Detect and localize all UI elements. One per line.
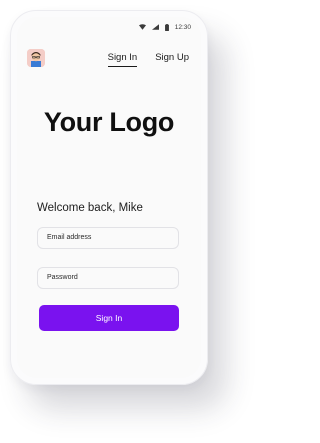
welcome-message: Welcome back, Mike (37, 202, 143, 214)
auth-tabs: Sign In Sign Up (107, 52, 189, 67)
email-field-label: Email address (47, 234, 92, 241)
tab-sign-in[interactable]: Sign In (107, 52, 137, 67)
stage: 12:30 Sign In Sign Up Your Logo Welcome … (0, 0, 250, 443)
password-field[interactable]: Password (37, 267, 179, 289)
email-field[interactable]: Email address (37, 227, 179, 249)
wifi-icon (138, 24, 146, 30)
signal-icon (151, 24, 159, 30)
app-logo: Your Logo (43, 107, 175, 137)
password-field-label: Password (47, 274, 78, 281)
sign-in-button-label: Sign In (95, 313, 123, 323)
tab-sign-up[interactable]: Sign Up (155, 52, 189, 65)
user-avatar[interactable] (27, 49, 45, 67)
phone-frame: 12:30 Sign In Sign Up Your Logo Welcome … (10, 10, 208, 385)
status-bar: 12:30 (138, 21, 191, 33)
phone-screen: 12:30 Sign In Sign Up Your Logo Welcome … (17, 17, 201, 378)
sign-in-button[interactable]: Sign In (39, 305, 179, 331)
avatar-icon (27, 49, 45, 67)
header: Sign In Sign Up (27, 49, 191, 73)
battery-icon (164, 23, 169, 31)
status-time: 12:30 (174, 23, 191, 31)
